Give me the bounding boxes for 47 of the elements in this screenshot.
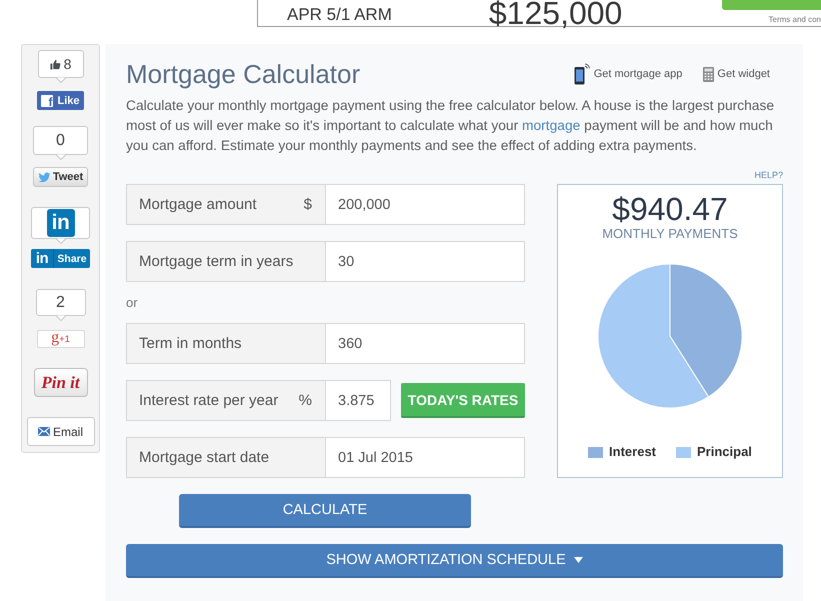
or-text: or [126, 298, 139, 307]
monthly-payment: $940.47 [612, 191, 728, 227]
loan-amount: $125,000 [488, 0, 622, 26]
field-label: Mortgage term in years [139, 253, 294, 270]
mortgage-link[interactable]: mortgage [522, 118, 580, 133]
input-field[interactable]: 3.875 [326, 380, 391, 421]
input-field[interactable]: 200,000 [326, 184, 525, 225]
field-label: Term in months [139, 335, 242, 352]
share-count: 2 [56, 294, 65, 312]
page-title: Mortgage Calculator [126, 58, 360, 90]
envelope-icon [38, 427, 50, 436]
unit-label: $ [304, 196, 312, 213]
widget-link[interactable]: Get widget [703, 66, 770, 82]
input-field[interactable]: 360 [326, 323, 525, 364]
share-button[interactable]: in Share [31, 249, 90, 268]
ad-button[interactable] [722, 0, 821, 10]
pin-it-button[interactable]: Pin it [34, 368, 88, 397]
tweet-button[interactable]: Tweet [33, 167, 88, 187]
like-button[interactable]: f Like [37, 91, 84, 110]
in-logo: in [46, 209, 74, 237]
calculate-button[interactable]: CALCULATE [179, 494, 471, 528]
legend-label: Principal [697, 445, 752, 459]
rate-label: APR 5/1 ARM [287, 5, 392, 25]
calculator-icon [703, 66, 714, 82]
amortization-button[interactable]: SHOW AMORTIZATION SCHEDULE [126, 544, 783, 578]
intro-text: Calculate your monthly mortgage payment using the free calculator below. A house is the largest purchase most of us will ever make so it's important to calculate what your mortgage payment will be and how much you can afford. Estimate your monthly payments and see the effect of adding extra payments. [126, 97, 776, 155]
unit-label: % [298, 392, 312, 409]
smartphone-icon [574, 63, 591, 85]
email-button[interactable]: Email [26, 417, 94, 446]
help-link[interactable]: HELP? [754, 170, 783, 180]
in-logo: in [31, 249, 54, 268]
field-label: Mortgage amount [139, 196, 257, 213]
legend-label: Interest [609, 445, 656, 459]
f-logo: f [41, 94, 54, 106]
field-label: Mortgage start date [139, 449, 270, 466]
input-field[interactable]: 01 Jul 2015 [326, 437, 525, 478]
caret-icon [574, 557, 583, 563]
plus-one-button[interactable]: g+1 [36, 330, 84, 348]
payment-caption: MONTHLY PAYMENTS [602, 227, 738, 241]
terms-link[interactable]: Terms and con [768, 15, 821, 24]
app-link[interactable]: Get mortgage app [574, 63, 682, 85]
share-count: 8 [64, 55, 72, 73]
share-count: 0 [56, 132, 65, 150]
input-field[interactable]: 30 [326, 241, 525, 282]
thumbs-up-icon [50, 58, 61, 70]
bird-icon [38, 172, 51, 182]
field-label: Interest rate per year [139, 392, 278, 409]
